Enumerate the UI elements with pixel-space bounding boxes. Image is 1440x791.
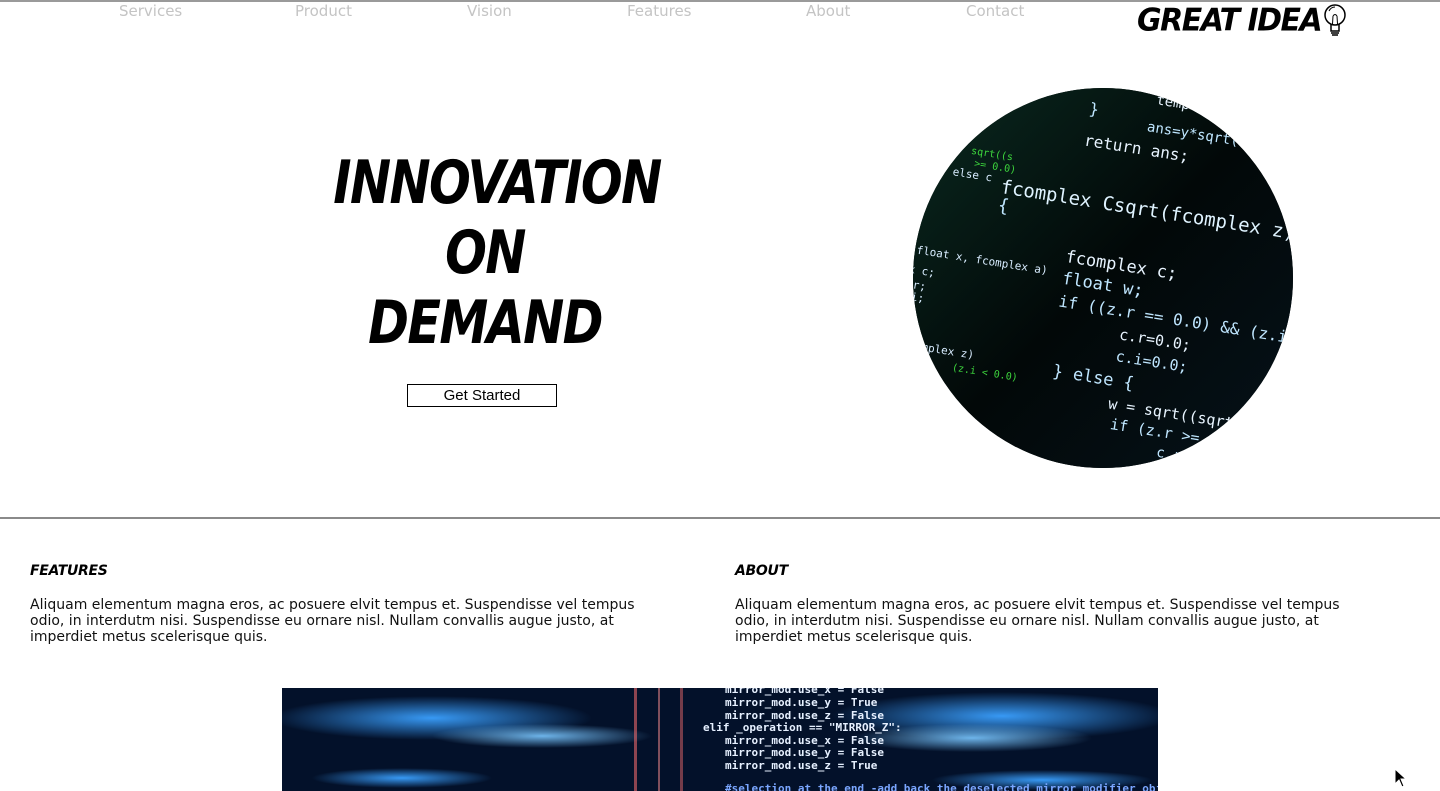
nav-item-vision[interactable]: Vision xyxy=(467,2,512,20)
hero-title-line: DEMAND xyxy=(368,288,603,358)
features-body: Aliquam elementum magna eros, ac posuere… xyxy=(30,597,635,645)
code-line: c.r xyxy=(1155,445,1182,465)
hero-title-line: ON xyxy=(445,218,526,288)
features-section: FEATURES Aliquam elementum magna eros, a… xyxy=(30,562,670,645)
about-heading: ABOUT xyxy=(735,563,788,579)
lightbulb-icon xyxy=(1324,4,1346,36)
nav-item-contact[interactable]: Contact xyxy=(966,2,1024,20)
code-circle-art: temp=x/y;}ans=y*sqrt(1.0+temp*tempreturn… xyxy=(913,88,1293,468)
about-section: ABOUT Aliquam elementum magna eros, ac p… xyxy=(735,562,1375,645)
code-banner-image: mirror_mod.use_x = False mirror_mod.use_y… xyxy=(282,688,1158,791)
code-banner-art: mirror_mod.use_x = Falsemirror_mod.use_y… xyxy=(282,688,1158,791)
banner-code-line: mirror_mod.use_y = True xyxy=(725,696,878,709)
nav-item-product[interactable]: Product xyxy=(295,2,352,20)
code-circle-image: temp=x/y;} ans=y*sqrt(1.0+temp*temp return… xyxy=(913,88,1293,468)
hero-title: INNOVATION ON DEMAND xyxy=(300,148,670,358)
nav-item-services[interactable]: Services xyxy=(119,2,182,20)
features-heading: FEATURES xyxy=(30,563,108,579)
brand-logo[interactable]: GREAT IDEA xyxy=(1137,2,1349,40)
banner-code-line: mirror_mod.use_z = True xyxy=(725,759,878,772)
nav-item-features[interactable]: Features xyxy=(627,2,692,20)
banner-code-line: #selection at the end -add back the dese… xyxy=(725,782,1158,791)
banner-code-line: mirror_mod.use_y = False xyxy=(725,746,884,759)
section-divider xyxy=(0,517,1440,519)
banner-code-line: mirror_mod.use_x = False xyxy=(725,688,884,696)
hero-title-line: INNOVATION xyxy=(333,148,662,218)
get-started-button[interactable]: Get Started xyxy=(407,384,557,407)
brand-logo-text: GREAT IDEA xyxy=(1137,2,1323,39)
code-side-line: c; xyxy=(913,303,915,318)
nav-item-about[interactable]: About xyxy=(806,2,850,20)
mouse-cursor-icon xyxy=(1394,768,1408,788)
banner-code-line: elif _operation == "MIRROR_Z": xyxy=(703,721,902,734)
main-nav: Services Product Vision Features About C… xyxy=(0,2,1100,22)
about-body: Aliquam elementum magna eros, ac posuere… xyxy=(735,597,1340,645)
